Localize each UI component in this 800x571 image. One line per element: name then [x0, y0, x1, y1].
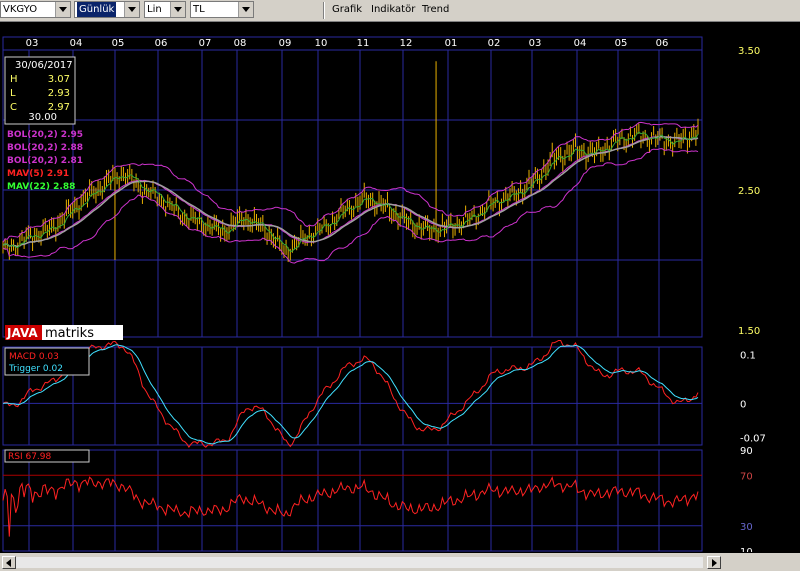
- main-panel-frame: [2, 36, 703, 338]
- x-tick-label: 03: [529, 38, 542, 49]
- chevron-down-icon[interactable]: [55, 2, 70, 17]
- mav5-line: [2, 131, 699, 253]
- legend-bol: BOL(20,2) 2.88: [7, 143, 83, 153]
- info-key-l: L: [10, 88, 16, 99]
- toolbar-separator: [323, 2, 325, 19]
- trigger-line: [2, 344, 699, 445]
- scroll-left-icon[interactable]: [2, 556, 16, 569]
- x-tick-label: 12: [400, 38, 413, 49]
- toolbar: VKGYO Günlük Lin TL Grafik Indikatör Tre…: [0, 0, 800, 22]
- y-tick-label: 1.50: [738, 326, 760, 337]
- period-select[interactable]: Günlük: [74, 1, 140, 18]
- y-tick-label: 2.50: [738, 186, 760, 197]
- x-tick-label: 01: [445, 38, 458, 49]
- currency-select[interactable]: TL: [190, 1, 254, 18]
- x-tick-label: 09: [279, 38, 292, 49]
- x-tick-label: 03: [26, 38, 39, 49]
- info-value-h: 3.07: [48, 74, 70, 85]
- chart-area[interactable]: 03 04 05 06 07 08 09 10 11 12 01 02 03 04 05 06 3.50 2.50…: [0, 22, 800, 552]
- x-tick-label: 11: [357, 38, 370, 49]
- x-tick-label: 05: [112, 38, 125, 49]
- scale-select[interactable]: Lin: [144, 1, 186, 18]
- info-date: 30/06/2017: [15, 60, 73, 71]
- rsi-panel-frame: [2, 449, 703, 552]
- chevron-down-icon[interactable]: [124, 2, 139, 17]
- logo-java: JAVA: [6, 326, 38, 340]
- legend-mav5: MAV(5) 2.91: [7, 169, 69, 179]
- rsi-y-tick: 10: [740, 547, 753, 552]
- info-value-l: 2.93: [48, 88, 70, 99]
- macd-y-tick: 0.1: [740, 350, 756, 361]
- macd-panel-frame: [2, 346, 703, 446]
- bollinger-lower-line: [2, 148, 699, 264]
- x-tick-label: 02: [488, 38, 501, 49]
- legend-bol: BOL(20,2) 2.95: [7, 130, 83, 140]
- x-tick-label: 04: [70, 38, 83, 49]
- menu-indikator[interactable]: Indikatör: [371, 4, 415, 15]
- x-tick-label: 08: [234, 38, 247, 49]
- info-key-c: C: [10, 102, 17, 113]
- x-tick-label: 06: [155, 38, 168, 49]
- x-tick-label: 06: [656, 38, 669, 49]
- macd-legend: MACD 0.03: [9, 352, 59, 362]
- rsi-y-tick: 90: [740, 446, 753, 457]
- menu-trend[interactable]: Trend: [422, 4, 449, 15]
- macd-y-tick: 0: [740, 399, 746, 410]
- horizontal-scrollbar[interactable]: [0, 553, 800, 571]
- x-tick-label: 10: [315, 38, 328, 49]
- x-tick-label: 05: [615, 38, 628, 49]
- chevron-down-icon[interactable]: [170, 2, 185, 17]
- logo-matriks: matriks: [45, 326, 94, 341]
- info-key-h: H: [10, 74, 18, 85]
- trigger-legend: Trigger 0.02: [8, 364, 63, 374]
- period-value: Günlük: [77, 2, 117, 17]
- rsi-legend: RSI 67.98: [8, 452, 52, 462]
- scroll-track[interactable]: [16, 557, 703, 568]
- y-tick-label: 3.50: [738, 46, 760, 57]
- symbol-select[interactable]: VKGYO: [0, 1, 71, 18]
- scale-value: Lin: [147, 4, 162, 15]
- legend-bol: BOL(20,2) 2.81: [7, 156, 83, 166]
- rsi-line: [2, 476, 699, 537]
- scroll-right-icon[interactable]: [707, 556, 721, 569]
- menu-grafik[interactable]: Grafik: [332, 4, 362, 15]
- macd-line: [2, 340, 699, 449]
- x-tick-label: 07: [199, 38, 212, 49]
- symbol-value: VKGYO: [3, 4, 38, 15]
- macd-y-tick: -0.07: [740, 434, 766, 445]
- bollinger-middle-line: [2, 135, 699, 247]
- x-tick-label: 04: [574, 38, 587, 49]
- bollinger-upper-line: [2, 121, 699, 243]
- chevron-down-icon[interactable]: [238, 2, 253, 17]
- currency-value: TL: [193, 4, 205, 15]
- rsi-y-tick: 30: [740, 522, 753, 533]
- rsi-y-tick: 70: [740, 471, 753, 482]
- legend-mav22: MAV(22) 2.88: [7, 182, 75, 192]
- info-volume: 30.00: [28, 112, 57, 123]
